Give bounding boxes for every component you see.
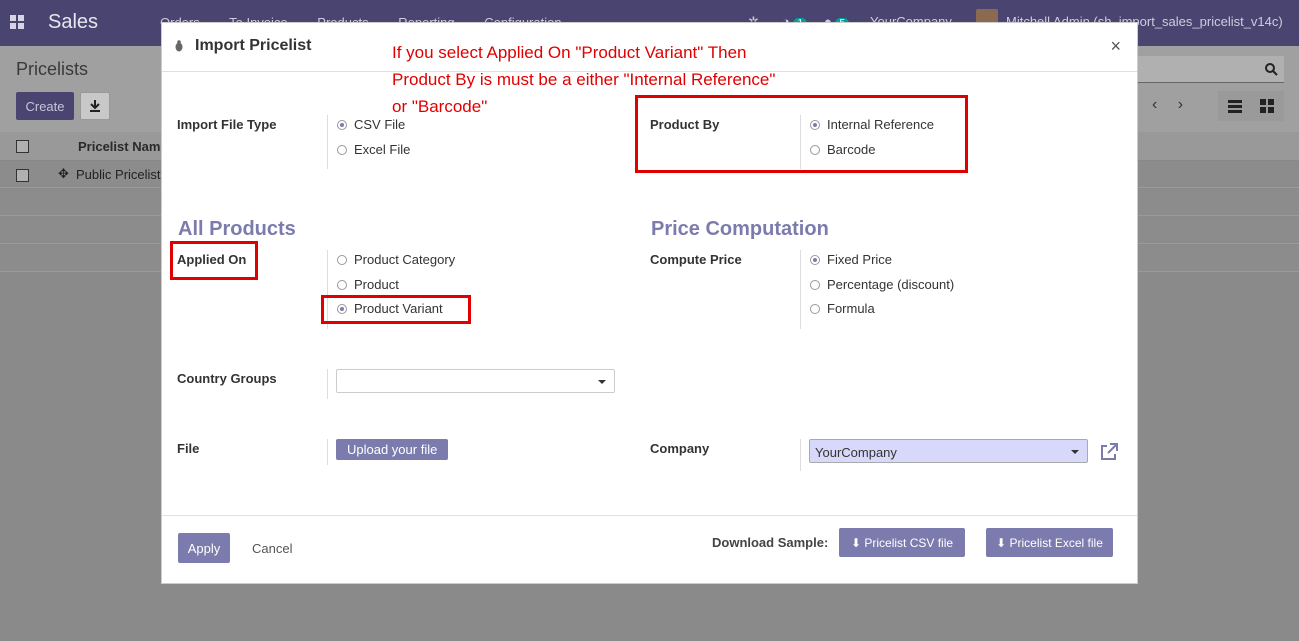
radio-formula[interactable]: Formula [810,301,875,316]
all-products-title: All Products [178,218,296,240]
highlight-box-product-variant [321,295,471,324]
compute-price-label: Compute Price [650,252,742,267]
chevron-down-icon [598,380,606,384]
drag-handle-icon[interactable]: ✥ [58,166,69,182]
divider [327,369,328,399]
search-input[interactable] [1138,56,1284,83]
radio-label: Product [354,277,399,292]
row-checkbox[interactable] [16,169,29,182]
divider [327,115,328,169]
annotation-line: If you select Applied On "Product Varian… [392,43,747,62]
pricelist-excel-download-button[interactable]: ⬇ Pricelist Excel file [986,528,1113,557]
create-button[interactable]: Create [16,92,74,120]
download-sample-label: Download Sample: [712,535,829,550]
list-view-icon[interactable] [1228,99,1242,113]
radio-label: Excel File [354,142,411,157]
download-icon: ⬇ [850,535,862,550]
select-all-checkbox[interactable] [16,140,29,153]
country-groups-label: Country Groups [177,371,277,386]
highlight-box-applied-on [170,241,258,280]
bug-icon [175,40,183,52]
country-groups-select[interactable] [336,369,615,393]
download-icon [90,100,100,112]
file-label: File [177,441,200,456]
radio-button[interactable] [337,144,347,155]
apply-button[interactable]: Apply [178,533,230,563]
radio-excel-file[interactable]: Excel File [337,142,410,157]
radio-button[interactable] [810,303,820,314]
radio-button[interactable] [337,279,347,290]
select-value: YourCompany [815,445,897,460]
app-title[interactable]: Sales [48,11,98,34]
search-icon[interactable] [1264,62,1278,76]
radio-button[interactable] [810,254,820,265]
radio-label: Product Category [354,252,456,267]
radio-label: CSV File [354,117,406,132]
view-switcher [1218,91,1284,121]
breadcrumb: Pricelists [16,59,89,79]
cancel-button[interactable]: Cancel [246,540,298,557]
company-select[interactable]: YourCompany [809,439,1088,463]
divider [327,439,328,465]
kanban-view-icon[interactable] [1260,99,1274,113]
pager: ‹ › [1152,96,1183,114]
radio-label: Formula [827,301,875,316]
external-link-icon[interactable] [1099,442,1119,462]
divider [800,439,801,471]
radio-label: Fixed Price [827,252,893,267]
radio-button[interactable] [337,254,347,265]
radio-product-category[interactable]: Product Category [337,252,455,267]
import-pricelist-dialog: Import Pricelist × If you select Applied… [161,22,1138,584]
download-icon: ⬇ [996,535,1007,550]
radio-fixed-price[interactable]: Fixed Price [810,252,892,267]
highlight-box-product-by [635,95,968,173]
button-label: Pricelist CSV file [864,535,954,550]
pager-next-button[interactable]: › [1178,96,1183,113]
pager-prev-button[interactable]: ‹ [1152,96,1157,113]
radio-label: Percentage (discount) [827,277,955,292]
radio-csv-file[interactable]: CSV File [337,117,405,132]
radio-product[interactable]: Product [337,277,399,292]
company-label: Company [650,441,710,456]
radio-percentage-discount[interactable]: Percentage (discount) [810,277,954,292]
pricelist-csv-download-button[interactable]: ⬇ Pricelist CSV file [839,528,965,557]
price-computation-title: Price Computation [651,218,829,240]
import-file-type-label: Import File Type [177,117,277,132]
upload-file-button[interactable]: Upload your file [336,439,449,460]
radio-button[interactable] [810,279,820,290]
radio-button[interactable] [337,119,347,130]
footer-divider [162,515,1137,516]
row-name: Public Pricelist [76,167,161,182]
modal-title: Import Pricelist [195,37,312,54]
column-header-name[interactable]: Pricelist Name [78,139,168,154]
close-button[interactable]: × [1104,35,1127,58]
annotation-line: Product By is must be a either "Internal… [392,70,776,89]
apps-menu-icon[interactable] [10,15,24,29]
button-label: Pricelist Excel file [1009,535,1103,550]
import-button[interactable] [80,92,110,120]
chevron-down-icon [1071,450,1079,454]
divider [800,250,801,329]
